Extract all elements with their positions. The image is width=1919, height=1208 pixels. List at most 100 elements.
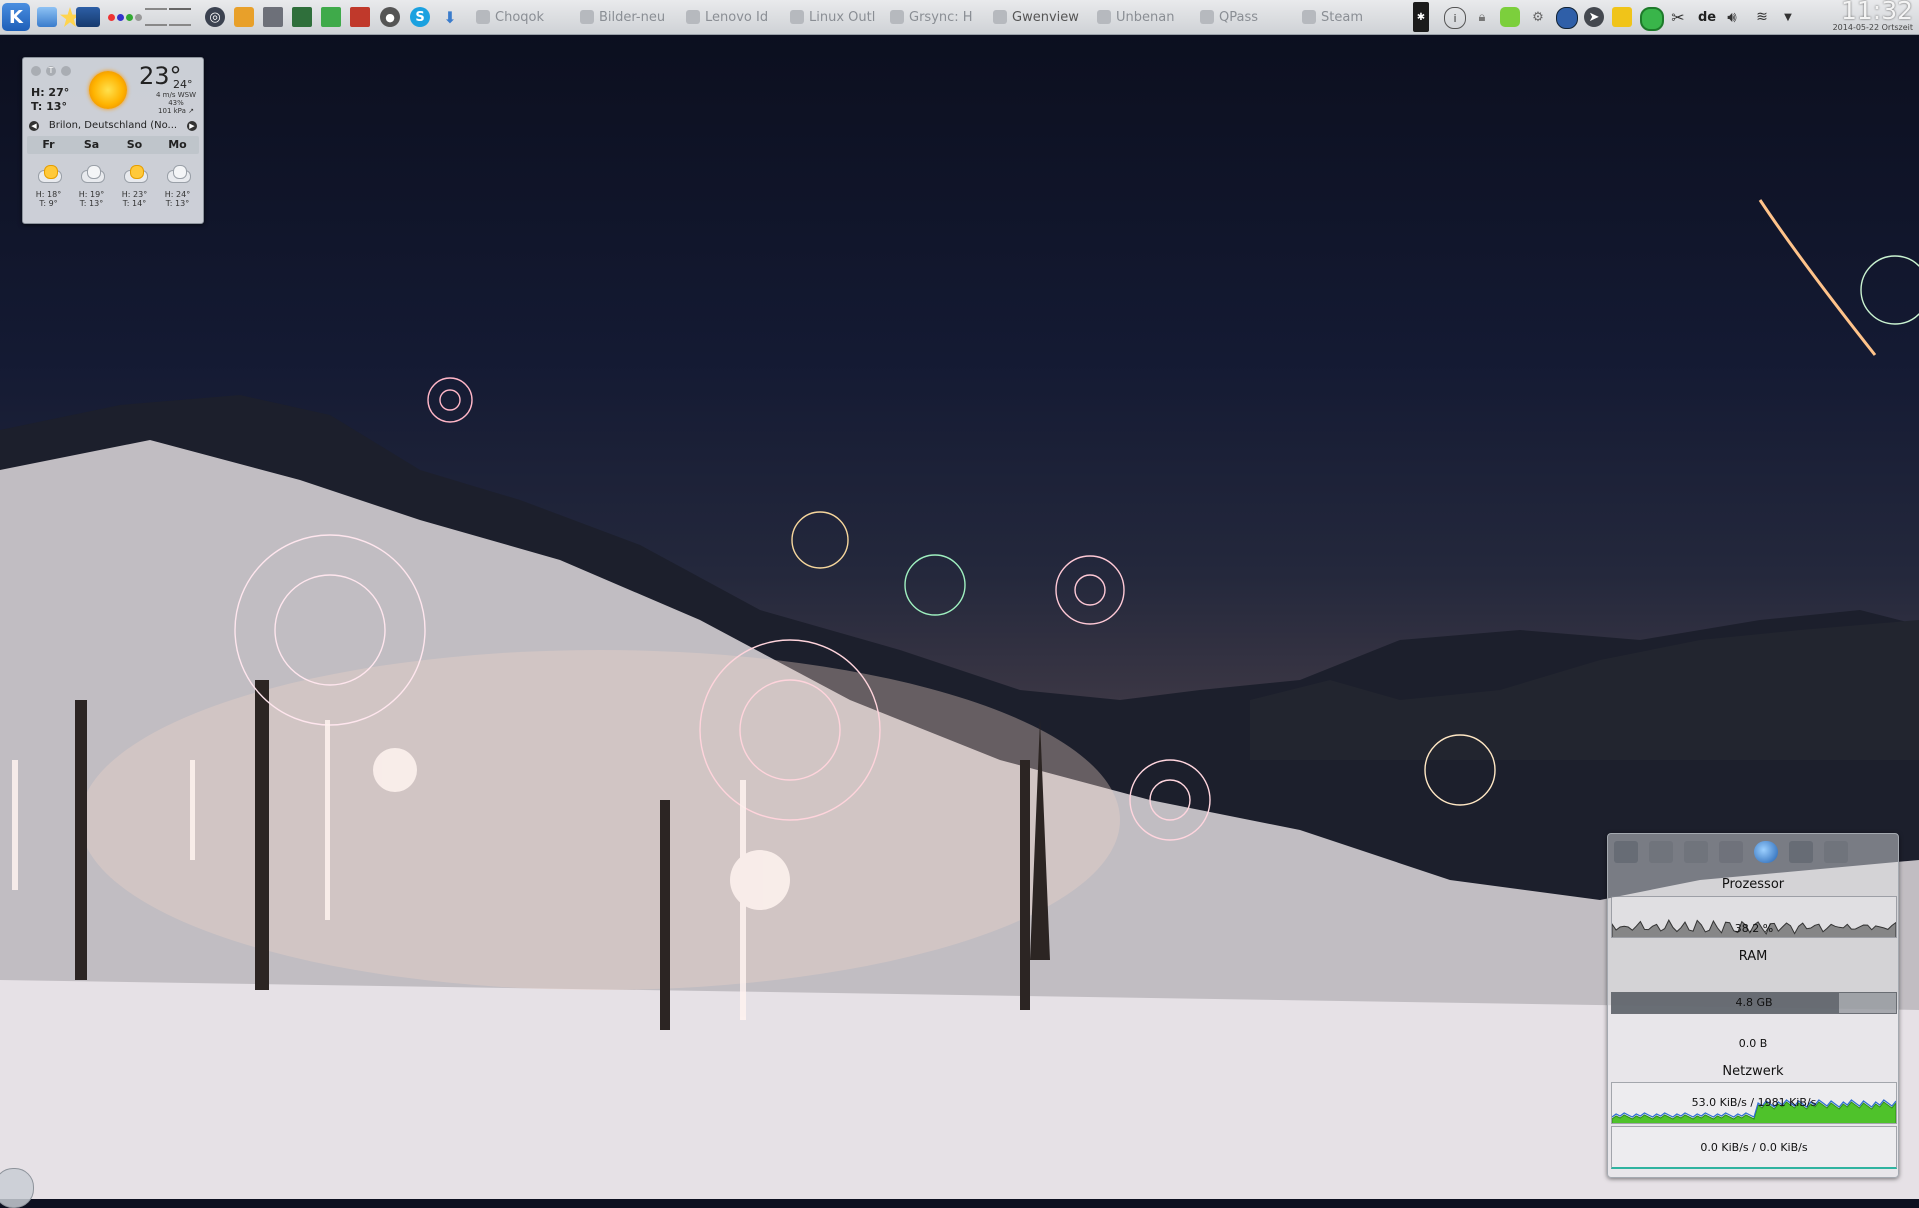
forecast-day: So	[126, 138, 143, 151]
network-upload-graph: 0.0 KiB/s / 0.0 KiB/s	[1611, 1126, 1897, 1169]
task-gwenview[interactable]: Gwenview	[993, 0, 1079, 34]
network-icon[interactable]	[1754, 841, 1778, 863]
desktop-toolbox-button[interactable]	[0, 1168, 34, 1208]
forecast-high: H: 18°	[35, 190, 62, 199]
weather-details: 4 m/s WSW 43% 101 kPa ↗	[151, 91, 201, 115]
humidity: 43%	[168, 99, 184, 107]
hardware-icon[interactable]	[1614, 841, 1638, 863]
forecast-high: H: 23°	[121, 190, 148, 199]
task-unbenannt[interactable]: Unbenan	[1097, 0, 1174, 34]
bar-chart-icon[interactable]	[1824, 841, 1848, 863]
kde-logo-icon: K	[9, 6, 23, 28]
cpu-icon[interactable]	[1649, 841, 1673, 863]
skype-icon[interactable]: S	[410, 7, 430, 27]
memory-icon[interactable]	[1684, 841, 1708, 863]
forecast-column: H: 18° T: 9°	[27, 158, 70, 218]
clock-time: 11:32	[1840, 0, 1913, 25]
download-icon[interactable]: ⬇	[440, 7, 460, 27]
forecast-column: H: 24° T: 13°	[156, 158, 199, 218]
task-lenovo[interactable]: Lenovo Id	[686, 0, 768, 34]
kde-menu-button[interactable]: K	[2, 3, 30, 31]
lock-tray-icon[interactable]: 🔒︎	[1472, 7, 1492, 27]
network-title: Netzwerk	[1722, 1064, 1784, 1079]
today-low: T: 13°	[31, 100, 67, 113]
steam-tray-icon[interactable]: ⚙	[1528, 7, 1548, 27]
task-bilder-neu[interactable]: Bilder-neu	[580, 0, 665, 34]
lock-icon	[1200, 10, 1214, 24]
gwenview-icon	[993, 10, 1007, 24]
forecast-day: Mo	[168, 138, 187, 151]
network-globe-icon[interactable]	[1556, 7, 1578, 29]
tray-expand-arrow-icon[interactable]: ▼	[1778, 7, 1798, 27]
weather-location: Brilon, Deutschland (No...	[48, 120, 178, 131]
status-green-icon[interactable]	[1640, 7, 1664, 31]
task-qpass[interactable]: QPass	[1200, 0, 1258, 34]
task-grsync[interactable]: Grsync: H	[890, 0, 973, 34]
cpu-graph: 38.2 %	[1611, 896, 1897, 938]
chat-icon[interactable]: ●	[380, 7, 400, 27]
widget-close-icon[interactable]	[31, 66, 41, 76]
volume-icon[interactable]: 🔊︎	[1722, 7, 1742, 27]
monitor-toolbar	[1614, 839, 1892, 865]
sync-icon	[890, 10, 904, 24]
widget-handle-buttons: T	[31, 66, 71, 76]
cpu-value: 38.2 %	[1734, 922, 1774, 935]
clipboard-scissors-icon[interactable]: ✂	[1668, 7, 1688, 27]
document-icon	[1097, 10, 1111, 24]
film-icon[interactable]	[263, 7, 283, 27]
partly-sunny-icon	[36, 164, 62, 183]
evernote-icon[interactable]	[1500, 7, 1520, 27]
widget-settings-icon[interactable]: T	[46, 66, 56, 76]
virtual-desktop-pager[interactable]	[145, 2, 191, 32]
forecast-day: Fr	[42, 138, 55, 151]
forecast-grid: H: 18° T: 9° H: 19° T: 13° H: 23° T: 14° H:…	[27, 158, 199, 218]
network-rate-1: 53.0 KiB/s / 1981 KiB/s	[1691, 1096, 1817, 1109]
task-linux-outl[interactable]: Linux Outl	[790, 0, 875, 34]
network-download-graph: 53.0 KiB/s / 1981 KiB/s	[1611, 1082, 1897, 1124]
ram-bar: 4.8 GB	[1611, 992, 1897, 1014]
feels-like-temperature: 24°	[173, 78, 193, 91]
task-steam[interactable]: Steam	[1302, 0, 1363, 34]
wifi-icon[interactable]: ≋	[1752, 7, 1772, 27]
compass-icon[interactable]: ◎	[205, 7, 225, 27]
next-location-icon[interactable]: ▶	[187, 121, 197, 131]
forecast-high: H: 24°	[164, 190, 191, 199]
disk-icon[interactable]	[1719, 841, 1743, 863]
choqok-icon	[476, 10, 490, 24]
task-choqok[interactable]: Choqok	[476, 0, 544, 34]
cloudy-icon	[79, 164, 105, 183]
digital-clock[interactable]: 11:32 2014-05-22 Ortszeit	[1833, 0, 1913, 32]
calendar-icon[interactable]	[321, 7, 341, 27]
ram-title: RAM	[1738, 949, 1768, 964]
forecast-low: T: 14°	[122, 199, 147, 208]
temperature-icon[interactable]	[1789, 841, 1813, 863]
forecast-column: H: 19° T: 13°	[70, 158, 113, 218]
sunny-icon	[89, 71, 127, 109]
color-dots-icon[interactable]	[108, 0, 142, 34]
forecast-high: H: 19°	[78, 190, 105, 199]
terminal-icon[interactable]	[292, 7, 312, 27]
forecast-low: T: 13°	[79, 199, 104, 208]
today-high: H: 27°	[31, 86, 70, 99]
updates-icon[interactable]	[1612, 7, 1632, 27]
browser-icon	[686, 10, 700, 24]
swap-value: 0.0 B	[1738, 1037, 1768, 1050]
notes-icon[interactable]	[234, 7, 254, 27]
forecast-low: T: 13°	[165, 199, 190, 208]
info-icon[interactable]: i	[1444, 7, 1466, 29]
pressure: 101 kPa ↗	[158, 107, 194, 115]
folder-icon	[580, 10, 594, 24]
ram-value: 4.8 GB	[1735, 996, 1773, 1009]
network-rate-2: 0.0 KiB/s / 0.0 KiB/s	[1700, 1141, 1808, 1154]
presentation-icon[interactable]	[350, 7, 370, 27]
keyboard-layout-indicator[interactable]: de	[1698, 0, 1716, 34]
weather-widget: T H: 27° T: 13° 23° 24° 4 m/s WSW 43% 10…	[22, 57, 204, 224]
dolphin-icon[interactable]	[37, 7, 57, 27]
forecast-day: Sa	[83, 138, 100, 151]
monitor-icon[interactable]	[76, 7, 100, 27]
partly-sunny-icon	[122, 164, 148, 183]
system-monitor-widget: Prozessor 38.2 % RAM 4.8 GB 0.0 B Netzwe…	[1607, 833, 1899, 1178]
activity-manager-icon[interactable]: ✱	[1413, 2, 1429, 32]
widget-rotate-icon[interactable]	[61, 66, 71, 76]
telegram-icon[interactable]: ➤	[1584, 7, 1604, 27]
